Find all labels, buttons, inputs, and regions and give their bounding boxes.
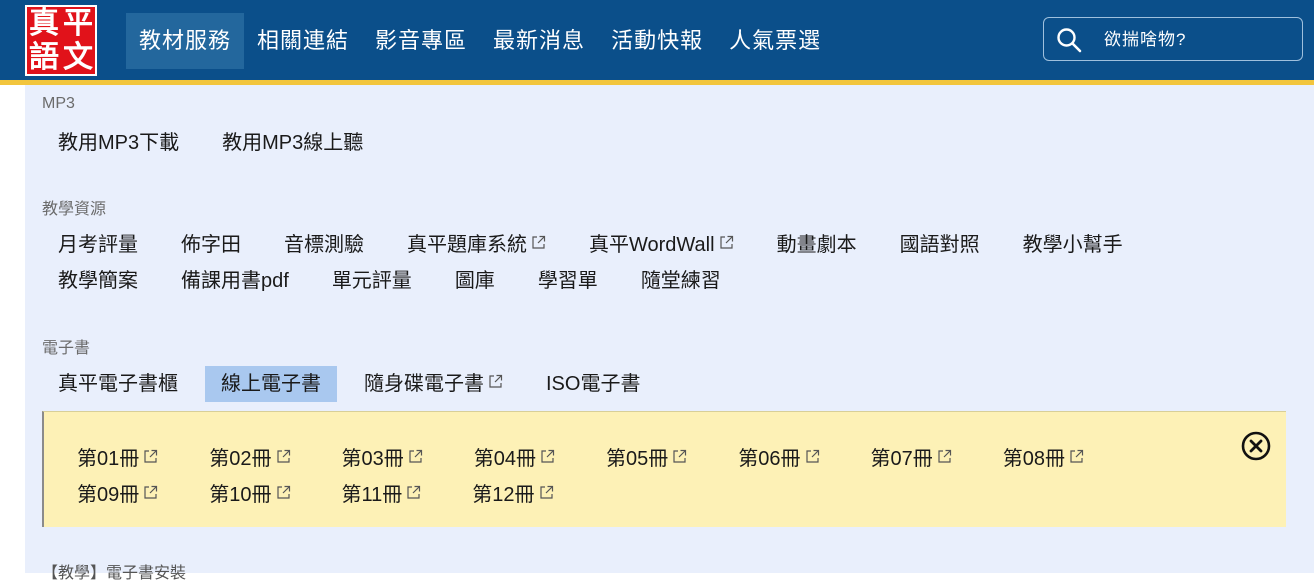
volume-link[interactable]: 第03冊 [325, 441, 440, 477]
volume-label: 第02冊 [209, 448, 272, 470]
volume-label: 第01冊 [77, 448, 140, 470]
section-title-ebook: 電子書 [42, 340, 91, 357]
logo-char: 文 [63, 39, 93, 75]
link-unit-assessment[interactable]: 單元評量 [316, 263, 428, 299]
search-input[interactable] [1092, 18, 1306, 62]
section-title-mp3: MP3 [42, 95, 75, 112]
volume-link[interactable]: 第05冊 [589, 441, 704, 477]
external-link-icon [805, 449, 819, 463]
volume-link[interactable]: 第04冊 [457, 441, 572, 477]
link-wordwall[interactable]: 真平WordWall [573, 227, 750, 263]
volume-label: 第12冊 [472, 484, 535, 506]
link-mp3-download[interactable]: 教用MP3下載 [42, 125, 195, 161]
volume-link[interactable]: 第11冊 [325, 477, 439, 513]
site-logo[interactable]: 真 平 語 文 [25, 5, 97, 76]
link-lesson-plan[interactable]: 教學簡案 [42, 263, 154, 299]
link-usb-ebook[interactable]: 隨身碟電子書 [348, 366, 519, 402]
volume-link[interactable]: 第06冊 [721, 441, 836, 477]
mp3-links: 教用MP3下載 教用MP3線上聽 [42, 125, 390, 161]
external-link-icon [673, 449, 687, 463]
external-link-icon [532, 235, 546, 249]
volume-label: 第03冊 [341, 448, 404, 470]
link-mandarin-comparison[interactable]: 國語對照 [884, 227, 996, 263]
logo-char: 真 [29, 6, 59, 41]
link-monthly-test[interactable]: 月考評量 [42, 227, 154, 263]
logo-char: 語 [29, 39, 59, 75]
external-link-icon [489, 374, 503, 388]
site-header: 真 平 語 文 教材服務 相關連結 影音專區 最新消息 活動快報 人氣票選 [0, 0, 1314, 85]
section-title-ebook-install: 【教學】電子書安裝 [42, 565, 187, 582]
volume-link[interactable]: 第12冊 [455, 477, 570, 513]
volume-label: 第06冊 [738, 448, 801, 470]
online-ebook-volumes-panel: 第01冊 第02冊 第03冊 第04冊 第05冊 第06冊 第07冊 第08冊 第09冊 第10… [42, 411, 1286, 527]
ebook-links: 真平電子書櫃 線上電子書 隨身碟電子書 ISO電子書 [42, 366, 667, 402]
link-teaching-helper[interactable]: 教學小幫手 [1007, 227, 1139, 263]
volume-links: 第01冊 第02冊 第03冊 第04冊 第05冊 第06冊 第07冊 第08冊 第09冊 第10… [60, 441, 1118, 513]
link-ebook-shelf[interactable]: 真平電子書櫃 [42, 366, 194, 402]
external-link-icon [719, 235, 733, 249]
volume-link[interactable]: 第01冊 [60, 441, 175, 477]
volume-link[interactable]: 第08冊 [986, 441, 1101, 477]
external-link-icon [407, 485, 421, 499]
volume-link[interactable]: 第07冊 [854, 441, 969, 477]
external-link-icon [276, 485, 290, 499]
link-worksheet[interactable]: 學習單 [522, 263, 614, 299]
main-nav: 教材服務 相關連結 影音專區 最新消息 活動快報 人氣票選 [126, 13, 834, 69]
external-link-icon [539, 485, 553, 499]
external-link-icon [144, 485, 158, 499]
nav-item-events[interactable]: 活動快報 [598, 13, 716, 69]
link-bu-zi-tian[interactable]: 佈字田 [165, 227, 257, 263]
volume-label: 第05冊 [606, 448, 669, 470]
link-online-ebook[interactable]: 線上電子書 [205, 366, 337, 402]
search-icon[interactable] [1056, 27, 1082, 53]
external-link-icon [409, 449, 422, 463]
volume-label: 第11冊 [341, 484, 403, 506]
teaching-materials-dropdown: MP3 教用MP3下載 教用MP3線上聽 教學資源 月考評量 佈字田 音標測驗 … [25, 85, 1314, 582]
search-box [1043, 17, 1306, 62]
volume-label: 第08冊 [1002, 448, 1065, 470]
link-iso-ebook[interactable]: ISO電子書 [530, 366, 656, 402]
nav-item-popular-vote[interactable]: 人氣票選 [716, 13, 834, 69]
nav-item-related-links[interactable]: 相關連結 [244, 13, 362, 69]
logo-char: 平 [63, 6, 93, 41]
teaching-links: 月考評量 佈字田 音標測驗 真平題庫系統 真平WordWall 動畫劇本 國語對… [42, 227, 1150, 299]
volume-label: 第07冊 [870, 448, 933, 470]
volume-link[interactable]: 第10冊 [192, 477, 307, 513]
link-mp3-online[interactable]: 教用MP3線上聽 [206, 125, 379, 161]
section-title-teaching: 教學資源 [42, 201, 107, 218]
volume-label: 第09冊 [77, 484, 140, 506]
volume-label: 第04冊 [473, 448, 536, 470]
volume-link[interactable]: 第09冊 [60, 477, 175, 513]
external-link-icon [144, 449, 158, 463]
link-question-bank[interactable]: 真平題庫系統 [391, 227, 562, 263]
link-class-exercise[interactable]: 隨堂練習 [625, 263, 737, 299]
nav-item-media[interactable]: 影音專區 [362, 13, 480, 69]
nav-item-news[interactable]: 最新消息 [480, 13, 598, 69]
external-link-icon [276, 449, 290, 463]
volume-link[interactable]: 第02冊 [192, 441, 307, 477]
nav-item-teaching-materials[interactable]: 教材服務 [126, 13, 245, 69]
volume-label: 第10冊 [209, 484, 272, 506]
external-link-icon [1070, 449, 1084, 463]
close-icon[interactable] [1240, 430, 1272, 462]
link-prep-book-pdf[interactable]: 備課用書pdf [165, 263, 305, 299]
link-phonetic-test[interactable]: 音標測驗 [268, 227, 380, 263]
link-animation-script[interactable]: 動畫劇本 [761, 227, 873, 263]
external-link-icon [541, 449, 555, 463]
external-link-icon [938, 449, 951, 463]
link-image-library[interactable]: 圖庫 [439, 263, 511, 299]
